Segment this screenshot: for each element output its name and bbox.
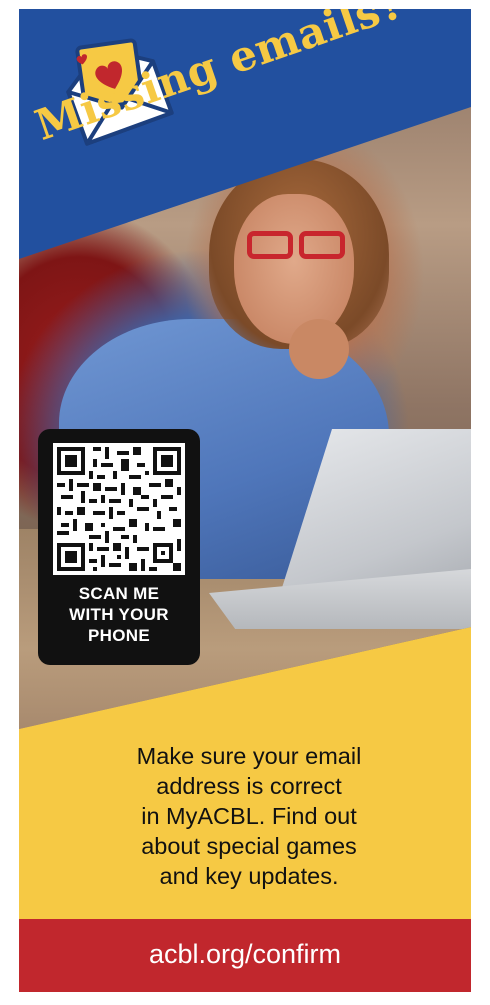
body-copy: Make sure your email address is correct … — [79, 741, 419, 891]
qr-caption-line: WITH YOUR — [69, 605, 169, 624]
qr-caption: SCAN ME WITH YOUR PHONE — [38, 583, 200, 646]
qr-code-icon[interactable] — [53, 443, 185, 575]
body-line: about special games — [141, 833, 357, 859]
flyer: Missing emails? SCAN ME WITH YOUR PHONE … — [19, 9, 471, 992]
body-line: Make sure your email — [136, 743, 362, 769]
photo-glasses — [241, 231, 351, 261]
qr-caption-line: PHONE — [88, 626, 150, 645]
photo-hand — [289, 319, 349, 379]
body-line: in MyACBL. Find out — [141, 803, 357, 829]
footer-band: acbl.org/confirm — [19, 919, 471, 992]
body-line: address is correct — [156, 773, 342, 799]
photo-face — [234, 194, 354, 344]
qr-card[interactable]: SCAN ME WITH YOUR PHONE — [38, 429, 200, 665]
confirm-url-link[interactable]: acbl.org/confirm — [19, 939, 471, 970]
body-line: and key updates. — [159, 863, 339, 889]
qr-caption-line: SCAN ME — [78, 584, 160, 603]
